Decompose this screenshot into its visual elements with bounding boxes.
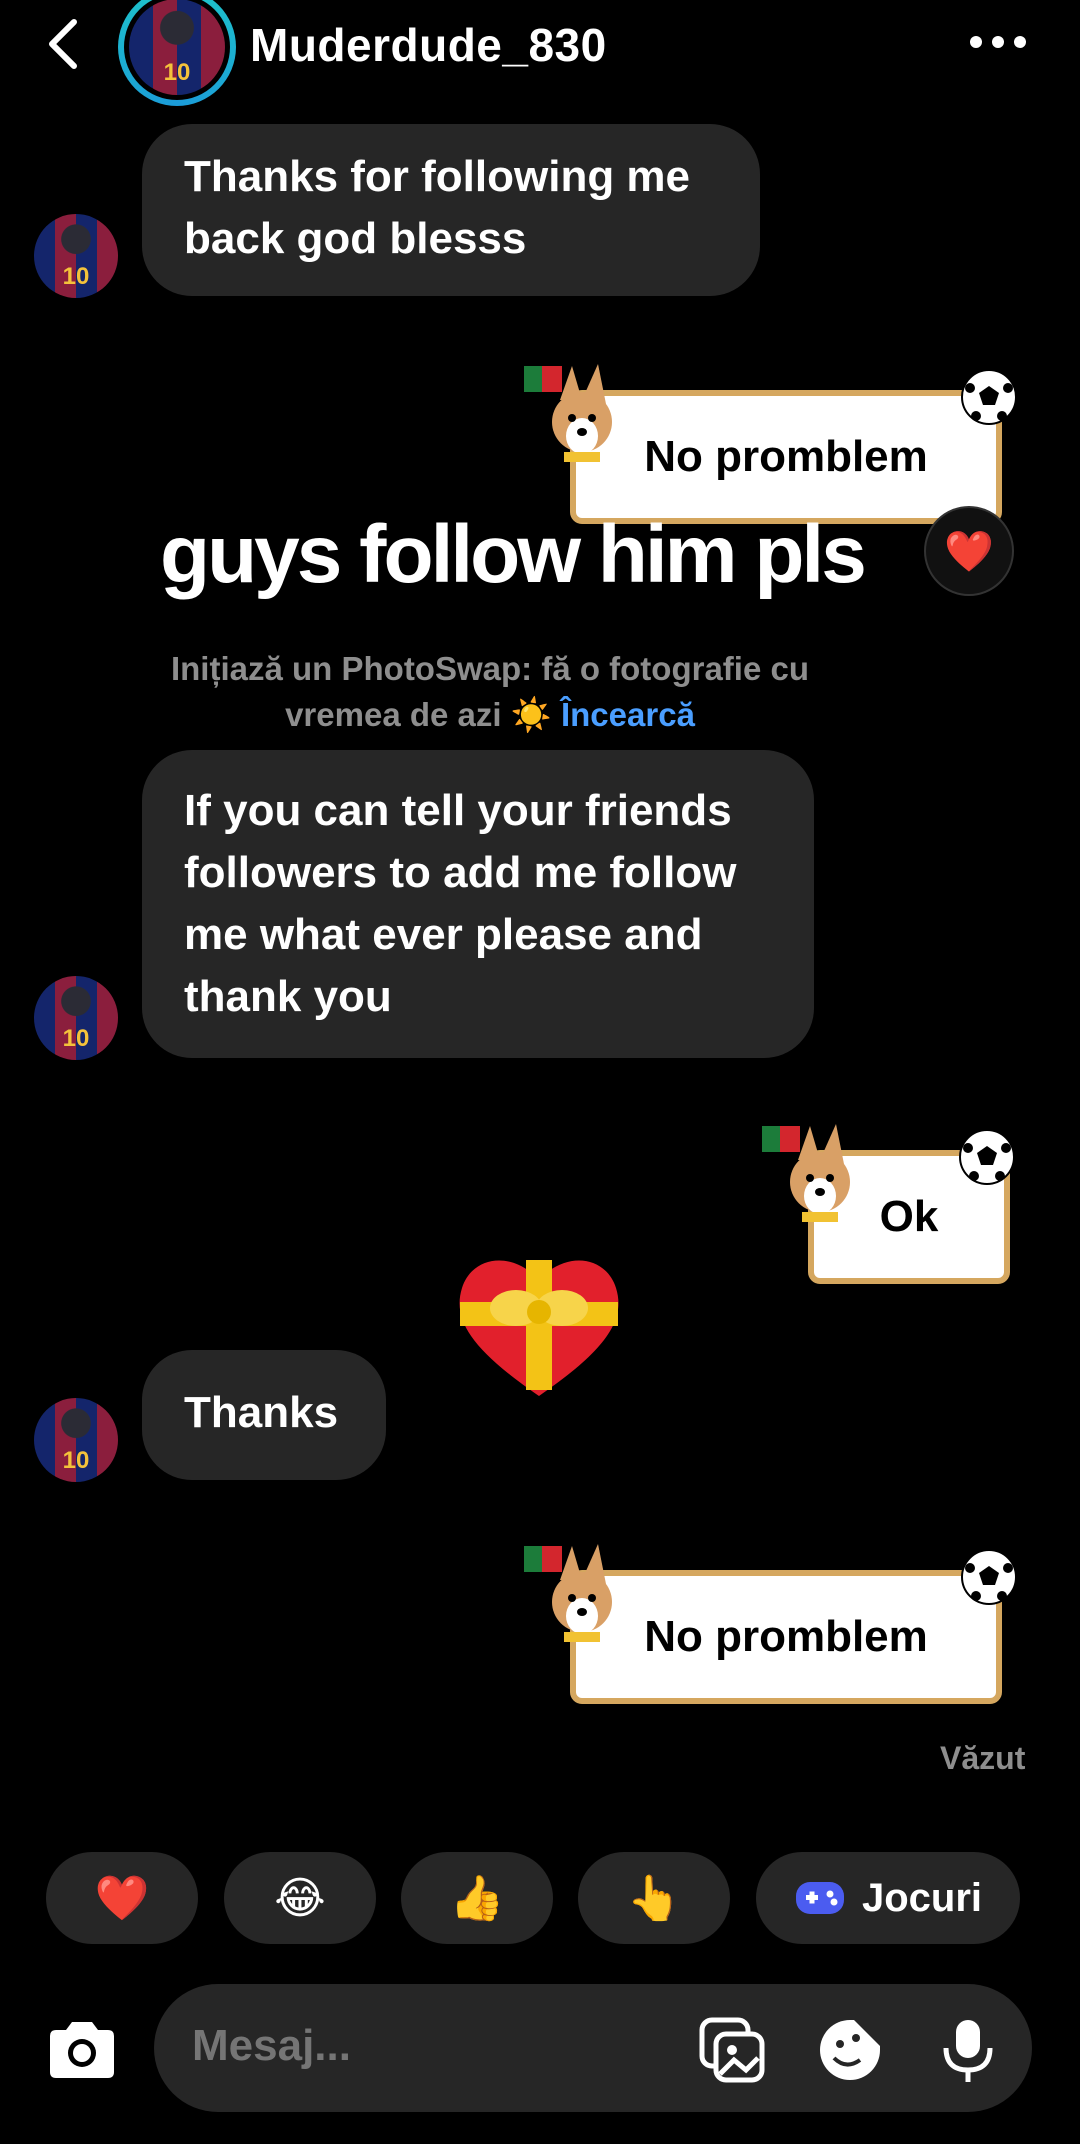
sender-avatar[interactable]: 10	[34, 976, 118, 1060]
quick-reply-heart[interactable]: ❤️	[46, 1852, 198, 1944]
soccer-ball-icon	[961, 1549, 1017, 1605]
quick-reply-laugh[interactable]: 😂	[224, 1852, 376, 1944]
dog-mascot-icon	[762, 1124, 850, 1222]
gamepad-icon	[795, 1882, 844, 1914]
incoming-message-bubble[interactable]: Thanks	[142, 1350, 386, 1480]
back-arrow-icon[interactable]	[40, 14, 90, 74]
photoswap-prompt: Inițiază un PhotoSwap: fă o fotografie c…	[170, 650, 809, 733]
message-reaction[interactable]: ❤️	[924, 506, 1014, 596]
chat-username[interactable]: Muderdude_830	[250, 18, 607, 72]
dog-mascot-icon	[524, 1544, 612, 1642]
message-input[interactable]	[190, 2010, 694, 2082]
soccer-ball-icon	[959, 1129, 1015, 1185]
header-avatar[interactable]: 10	[118, 0, 236, 106]
sticker-card: No promblem	[570, 390, 1002, 524]
try-link[interactable]: Încearcă	[561, 696, 695, 733]
microphone-icon[interactable]	[934, 2016, 1002, 2084]
outgoing-sticker[interactable]: Ok	[758, 1120, 1048, 1290]
overlay-caption: guys follow him pls	[160, 509, 867, 600]
sender-avatar[interactable]: 10	[34, 214, 118, 298]
sticker-icon[interactable]	[816, 2016, 884, 2084]
more-options-icon[interactable]	[966, 22, 1030, 62]
games-button[interactable]: Jocuri	[756, 1852, 1020, 1944]
quick-reply-point-up[interactable]: 👆	[578, 1852, 730, 1944]
camera-icon[interactable]	[44, 2016, 120, 2084]
soccer-ball-icon	[961, 369, 1017, 425]
quick-reply-thumbs-up[interactable]: 👍	[401, 1852, 553, 1944]
seen-status: Văzut	[940, 1740, 1026, 1776]
gift-heart-sticker[interactable]	[452, 1250, 626, 1398]
sticker-card: No promblem	[570, 1570, 1002, 1704]
outgoing-sticker[interactable]: No promblem	[520, 1540, 1040, 1710]
incoming-message-bubble[interactable]: Thanks for following me back god blesss	[142, 124, 760, 296]
sender-avatar[interactable]: 10	[34, 1398, 118, 1482]
incoming-message-bubble[interactable]: If you can tell your friends followers t…	[142, 750, 814, 1058]
outgoing-sticker[interactable]: No promblem	[520, 360, 1040, 530]
gallery-icon[interactable]	[698, 2016, 766, 2084]
dog-mascot-icon	[524, 364, 612, 462]
